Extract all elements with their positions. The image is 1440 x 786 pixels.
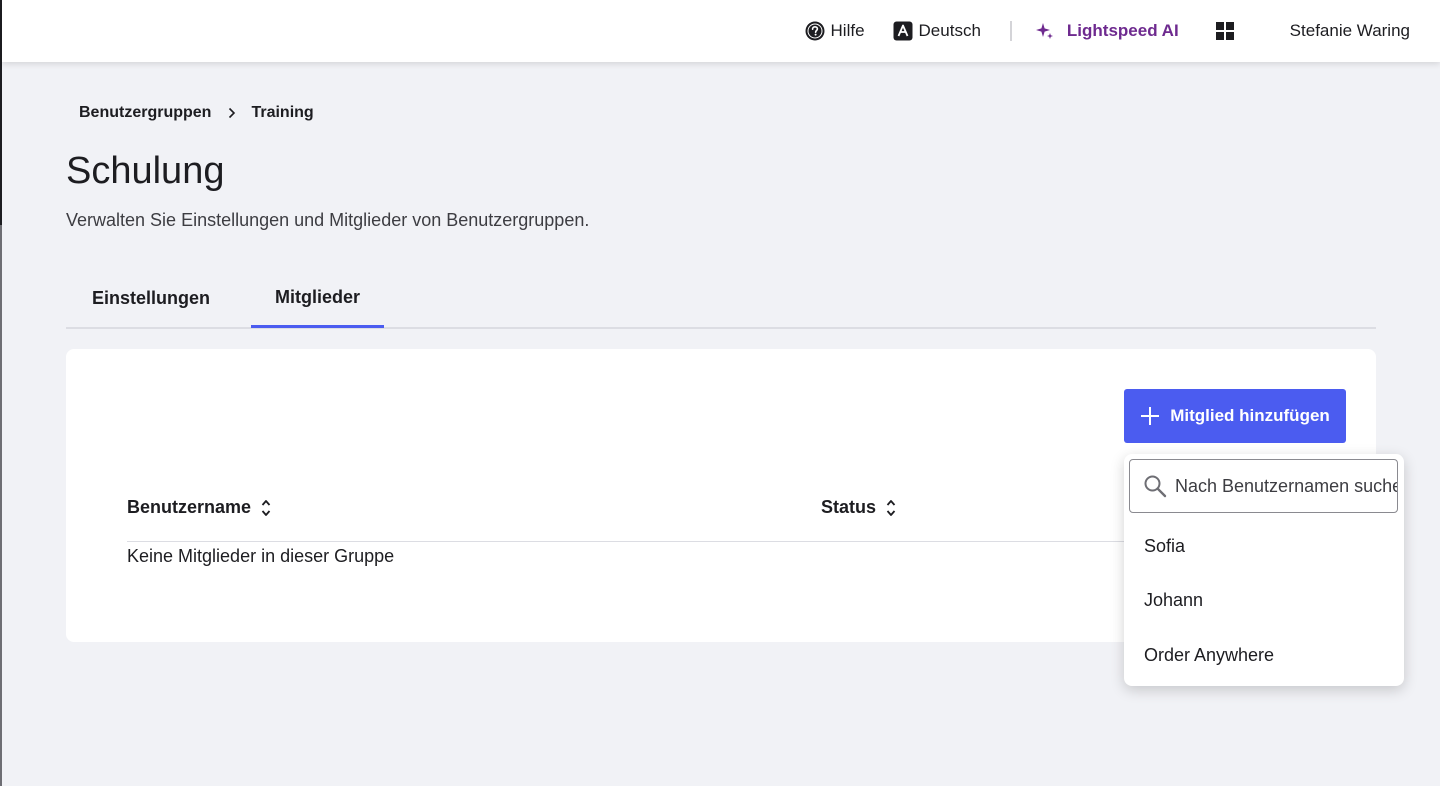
table-header: Benutzername Status bbox=[127, 489, 1127, 542]
add-member-button[interactable]: Mitglied hinzufügen bbox=[1124, 389, 1346, 443]
user-menu[interactable]: Stefanie Waring bbox=[1290, 21, 1410, 41]
top-bar-actions: Hilfe Deutsch Lightspeed AI Stefanie War… bbox=[805, 0, 1410, 62]
search-field[interactable] bbox=[1129, 459, 1398, 513]
page-title: Schulung bbox=[66, 150, 225, 192]
letter-a-icon bbox=[893, 21, 913, 41]
tab-bar: Einstellungen Mitglieder bbox=[66, 270, 1376, 329]
column-header-status[interactable]: Status bbox=[821, 497, 896, 518]
help-label: Hilfe bbox=[830, 21, 865, 40]
lightspeed-ai-label: Lightspeed AI bbox=[1066, 21, 1179, 40]
sort-icon bbox=[886, 498, 896, 518]
breadcrumb-item-user-groups[interactable]: Benutzergruppen bbox=[79, 104, 211, 122]
language-selector[interactable]: Deutsch bbox=[893, 21, 981, 41]
sort-icon bbox=[261, 498, 271, 518]
dropdown-option[interactable]: Sofia bbox=[1124, 522, 1404, 570]
breadcrumb-item-current: Training bbox=[251, 104, 314, 121]
column-header-username[interactable]: Benutzername bbox=[127, 497, 271, 518]
tab-settings[interactable]: Einstellungen bbox=[66, 270, 236, 327]
members-table: Benutzername Status Keine Mitglieder in … bbox=[127, 489, 1127, 566]
breadcrumb: Benutzergruppen Training bbox=[79, 104, 314, 122]
add-member-dropdown: Sofia Johann Order Anywhere bbox=[1124, 454, 1404, 686]
dropdown-option[interactable]: Order Anywhere bbox=[1124, 631, 1404, 679]
column-header-username-label: Benutzername bbox=[127, 497, 252, 517]
empty-state-text: Keine Mitglieder in dieser Gruppe bbox=[127, 546, 395, 566]
dropdown-option[interactable]: Johann bbox=[1124, 576, 1404, 624]
apps-menu-button[interactable] bbox=[1215, 21, 1235, 41]
tab-members[interactable]: Mitglieder bbox=[251, 270, 384, 328]
topbar-divider bbox=[1009, 21, 1012, 41]
page-subtitle: Verwalten Sie Einstellungen und Mitglied… bbox=[66, 210, 590, 230]
column-header-status-label: Status bbox=[821, 497, 877, 517]
search-icon bbox=[1143, 474, 1167, 498]
question-circle-icon bbox=[805, 21, 825, 41]
add-member-label: Mitglied hinzufügen bbox=[1170, 406, 1330, 425]
grid-icon bbox=[1215, 21, 1235, 41]
language-label: Deutsch bbox=[918, 21, 981, 40]
lightspeed-ai-button[interactable]: Lightspeed AI bbox=[1035, 21, 1179, 41]
chevron-right-icon bbox=[228, 107, 236, 119]
search-input[interactable] bbox=[1175, 475, 1397, 497]
user-name: Stefanie Waring bbox=[1289, 21, 1410, 40]
sparkle-icon bbox=[1035, 21, 1055, 41]
help-link[interactable]: Hilfe bbox=[805, 21, 865, 41]
window-left-border-lower bbox=[0, 225, 2, 786]
plus-icon bbox=[1140, 406, 1160, 426]
top-bar: Hilfe Deutsch Lightspeed AI Stefanie War… bbox=[2, 0, 1440, 62]
